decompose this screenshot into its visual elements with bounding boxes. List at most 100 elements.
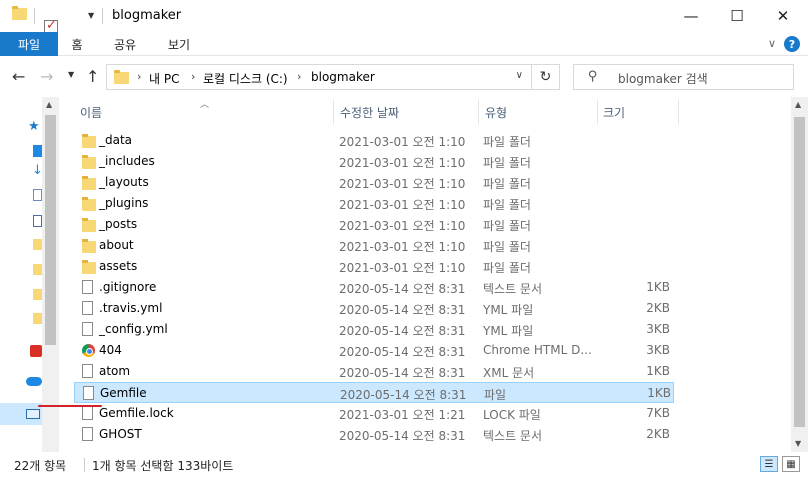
tab-home[interactable]: 홈: [62, 32, 92, 56]
file-list-scroll-thumb[interactable]: [794, 117, 805, 427]
tab-file[interactable]: 파일: [0, 32, 58, 56]
file-date-modified: 2021-03-01 오전 1:10: [339, 177, 466, 191]
document-icon: [83, 386, 94, 400]
file-row[interactable]: about 2021-03-01 오전 1:10 파일 폴더: [74, 235, 674, 256]
file-size: 1KB: [647, 386, 671, 400]
refresh-icon[interactable]: ↻: [532, 64, 560, 90]
column-name[interactable]: 이름: [80, 104, 102, 121]
address-bar[interactable]: › 내 PC › 로컬 디스크 (C:) › blogmaker ∨: [106, 64, 532, 90]
file-row[interactable]: 404 2020-05-14 오전 8:31 Chrome HTML D... 3KB: [74, 340, 674, 361]
document-icon: [82, 280, 93, 294]
folder-icon: [82, 218, 96, 232]
divider: [102, 8, 103, 24]
onedrive-cloud-icon[interactable]: [26, 377, 42, 386]
file-row[interactable]: .gitignore 2020-05-14 오전 8:31 텍스트 문서 1KB: [74, 277, 674, 298]
column-divider[interactable]: [678, 100, 679, 124]
file-type: YML 파일: [483, 324, 534, 338]
file-size: 3KB: [646, 322, 670, 336]
minimize-button[interactable]: —: [668, 0, 714, 32]
document-icon: [82, 322, 93, 336]
file-name: GHOST: [99, 427, 142, 441]
recent-locations-chevron-icon[interactable]: ▼: [68, 70, 74, 79]
this-pc-icon[interactable]: [26, 409, 40, 419]
file-list-scrollbar[interactable]: ▲ ▼: [791, 97, 808, 452]
search-icon: ⚲: [588, 69, 598, 84]
column-date-modified[interactable]: 수정한 날짜: [340, 104, 399, 121]
column-divider[interactable]: [333, 100, 334, 124]
scroll-up-arrow-icon[interactable]: ▲: [46, 100, 52, 109]
file-size: 7KB: [646, 406, 670, 420]
file-date-modified: 2020-05-14 오전 8:31: [339, 345, 466, 359]
file-row[interactable]: Gemfile.lock 2021-03-01 오전 1:21 LOCK 파일 7KB: [74, 403, 674, 424]
breadcrumb-separator-icon[interactable]: ›: [191, 70, 195, 83]
file-date-modified: 2021-03-01 오전 1:21: [339, 408, 466, 422]
desktop-icon[interactable]: [33, 145, 42, 157]
expand-ribbon-chevron-icon[interactable]: ∨: [768, 37, 776, 50]
file-row[interactable]: .travis.yml 2020-05-14 오전 8:31 YML 파일 2KB: [74, 298, 674, 319]
close-button[interactable]: ✕: [760, 0, 806, 32]
address-history-chevron-icon[interactable]: ∨: [516, 70, 523, 81]
scroll-down-arrow-icon[interactable]: ▼: [795, 439, 801, 448]
file-row[interactable]: GHOST 2020-05-14 오전 8:31 텍스트 문서 2KB: [74, 424, 674, 445]
file-name: 404: [99, 343, 122, 357]
file-row[interactable]: _plugins 2021-03-01 오전 1:10 파일 폴더: [74, 193, 674, 214]
creative-cloud-icon[interactable]: [30, 345, 42, 357]
file-name: _data: [99, 133, 133, 147]
file-type: 파일 폴더: [483, 261, 531, 275]
folder-icon: [82, 176, 96, 190]
up-arrow-icon[interactable]: ↑: [86, 67, 99, 86]
file-type: 텍스트 문서: [483, 282, 543, 296]
file-row[interactable]: atom 2020-05-14 오전 8:31 XML 문서 1KB: [74, 361, 674, 382]
file-name: about: [99, 238, 134, 252]
column-divider[interactable]: [597, 100, 598, 124]
column-divider[interactable]: [478, 100, 479, 124]
file-row[interactable]: _config.yml 2020-05-14 오전 8:31 YML 파일 3KB: [74, 319, 674, 340]
file-type: 파일 폴더: [483, 240, 531, 254]
forward-arrow-icon[interactable]: →: [40, 67, 53, 86]
scroll-up-arrow-icon[interactable]: ▲: [795, 100, 801, 109]
tab-share[interactable]: 공유: [104, 32, 146, 56]
nav-scroll-thumb[interactable]: [45, 115, 56, 345]
maximize-button[interactable]: ☐: [714, 0, 760, 32]
file-date-modified: 2020-05-14 오전 8:31: [339, 429, 466, 443]
breadcrumb-separator-icon[interactable]: ›: [297, 70, 301, 83]
breadcrumb-this-pc[interactable]: 내 PC: [149, 70, 179, 87]
folder-icon: [82, 134, 96, 148]
pictures-icon[interactable]: [33, 215, 42, 227]
address-row: ← → ▼ ↑ › 내 PC › 로컬 디스크 (C:) › blogmaker…: [0, 57, 808, 97]
back-arrow-icon[interactable]: ←: [12, 67, 25, 86]
file-size: 2KB: [646, 301, 670, 315]
column-type[interactable]: 유형: [485, 104, 507, 121]
file-row[interactable]: assets 2021-03-01 오전 1:10 파일 폴더: [74, 256, 674, 277]
document-icon: [82, 406, 93, 420]
file-row[interactable]: _includes 2021-03-01 오전 1:10 파일 폴더: [74, 151, 674, 172]
file-date-modified: 2020-05-14 오전 8:31: [339, 303, 466, 317]
breadcrumb-local-disk[interactable]: 로컬 디스크 (C:): [203, 70, 288, 87]
file-row[interactable]: _data 2021-03-01 오전 1:10 파일 폴더: [74, 130, 674, 151]
documents-icon[interactable]: [33, 189, 42, 201]
nav-scrollbar[interactable]: ▲: [42, 97, 59, 452]
folder-icon: [82, 239, 96, 253]
large-icons-view-icon[interactable]: ▦: [782, 456, 800, 472]
details-view-icon[interactable]: ☰: [760, 456, 778, 472]
column-size[interactable]: 크기: [603, 104, 625, 121]
quick-access-star-icon[interactable]: ★: [28, 119, 40, 134]
file-row[interactable]: _layouts 2021-03-01 오전 1:10 파일 폴더: [74, 172, 674, 193]
navigation-pane[interactable]: ★ ↓ ▲: [0, 97, 59, 452]
document-icon: [82, 301, 93, 315]
file-type: 파일 폴더: [483, 177, 531, 191]
tab-view[interactable]: 보기: [158, 32, 200, 56]
file-type: 텍스트 문서: [483, 429, 543, 443]
file-date-modified: 2021-03-01 오전 1:10: [339, 198, 466, 212]
breadcrumb-separator-icon[interactable]: ›: [137, 70, 141, 83]
search-input[interactable]: ⚲ blogmaker 검색: [573, 64, 794, 90]
file-row[interactable]: Gemfile 2020-05-14 오전 8:31 파일 1KB: [74, 382, 674, 403]
customize-quick-access-dropdown-icon[interactable]: ▼: [88, 11, 94, 20]
file-size: 1KB: [646, 364, 670, 378]
sort-ascending-caret-icon: ︿: [200, 100, 210, 110]
file-row[interactable]: _posts 2021-03-01 오전 1:10 파일 폴더: [74, 214, 674, 235]
help-icon[interactable]: ?: [784, 36, 800, 52]
divider: [84, 458, 85, 472]
breadcrumb-current-folder[interactable]: blogmaker: [311, 70, 375, 84]
file-date-modified: 2021-03-01 오전 1:10: [339, 261, 466, 275]
